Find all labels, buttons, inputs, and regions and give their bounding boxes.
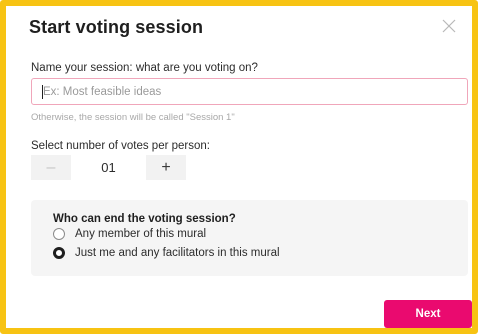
- option-label: Just me and any facilitators in this mur…: [75, 247, 280, 259]
- voting-session-dialog: Start voting session Name your session: …: [0, 0, 478, 334]
- session-name-hint: Otherwise, the session will be called "S…: [31, 112, 235, 123]
- increment-votes-button[interactable]: +: [146, 155, 186, 180]
- close-icon: [442, 19, 456, 33]
- close-button[interactable]: [441, 18, 457, 34]
- votes-value[interactable]: 01: [71, 155, 146, 180]
- next-button[interactable]: Next: [384, 300, 472, 328]
- votes-per-person-label: Select number of votes per person:: [31, 140, 210, 152]
- text-caret: [42, 85, 43, 99]
- end-session-heading: Who can end the voting session?: [53, 213, 236, 225]
- option-label: Any member of this mural: [75, 228, 207, 240]
- radio-unchecked-icon[interactable]: [53, 228, 65, 240]
- radio-checked-icon[interactable]: [53, 247, 65, 259]
- session-name-label: Name your session: what are you voting o…: [31, 62, 258, 74]
- end-session-panel: Who can end the voting session? Any memb…: [31, 200, 468, 276]
- end-session-option-any-member[interactable]: Any member of this mural: [53, 227, 206, 241]
- session-name-input[interactable]: [31, 78, 468, 105]
- decrement-votes-button[interactable]: –: [31, 155, 71, 180]
- dialog-title: Start voting session: [29, 17, 204, 37]
- end-session-option-facilitators[interactable]: Just me and any facilitators in this mur…: [53, 246, 280, 260]
- votes-stepper: – 01 +: [31, 155, 186, 180]
